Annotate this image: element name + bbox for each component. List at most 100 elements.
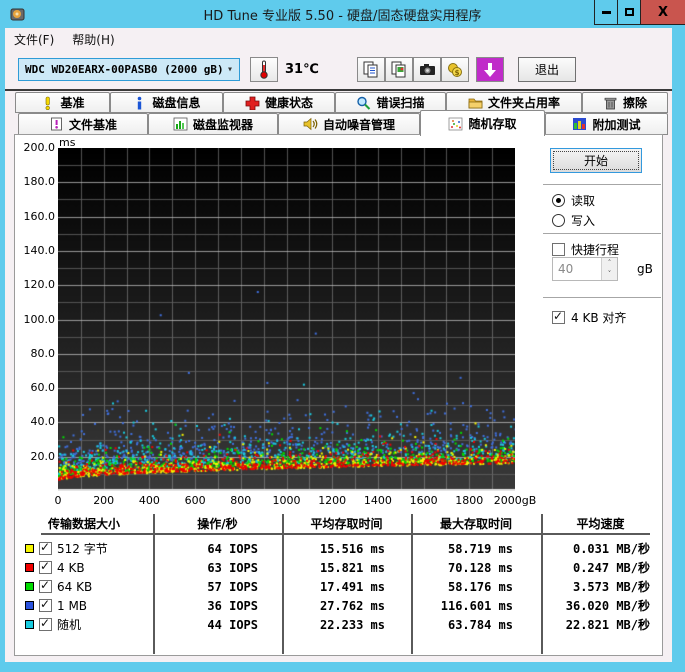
series-checkbox[interactable]	[39, 618, 52, 631]
align-checkbox[interactable]	[552, 311, 565, 324]
spinner-down-icon[interactable]: ˅	[602, 269, 617, 280]
minimize-icon	[601, 10, 611, 14]
read-radio[interactable]	[552, 194, 565, 207]
table-row: 64 KB 57 IOPS 17.491 ms 58.176 ms 3.573 …	[15, 577, 660, 596]
max-access-value: 70.128 ms	[447, 560, 513, 575]
copy-image-button[interactable]	[385, 57, 413, 82]
x-tick-label: 600	[184, 494, 206, 507]
read-label: 读取	[571, 194, 596, 208]
tab-file-benchmark[interactable]: 文件基准	[18, 113, 148, 135]
tab-label: 磁盘监视器	[192, 117, 253, 132]
series-color-swatch	[25, 582, 34, 591]
tab-label: 附加测试	[592, 117, 641, 132]
copy-text-button[interactable]	[357, 57, 385, 82]
series-checkbox[interactable]	[39, 599, 52, 612]
speaker-icon	[303, 117, 318, 131]
trash-icon	[604, 97, 617, 109]
copy-text-icon	[363, 61, 378, 78]
capacity-spinner[interactable]: 40 ˄ ˅	[552, 257, 618, 281]
series-checkbox[interactable]	[39, 561, 52, 574]
separator	[543, 233, 661, 234]
tab-extra-tests[interactable]: 附加测试	[545, 113, 668, 135]
tab-aam[interactable]: 自动噪音管理	[278, 113, 420, 135]
hd-tune-window: HD Tune 专业版 5.50 - 硬盘/固态硬盘实用程序 X 文件(F) 帮…	[0, 0, 685, 672]
drive-select-dropdown[interactable]: WDC WD20EARX-00PASB0 (2000 gB) ▾	[18, 58, 240, 81]
svg-text:$: $	[455, 69, 460, 77]
tab-random-access[interactable]: 随机存取	[420, 110, 545, 136]
tab-label: 擦除	[622, 96, 647, 110]
bar-chart-icon	[173, 117, 188, 131]
menu-help[interactable]: 帮助(H)	[72, 31, 114, 48]
tab-label: 文件夹占用率	[487, 96, 560, 110]
avg-speed-value: 22.821 MB/秒	[565, 618, 650, 632]
col-header: 平均速度	[576, 517, 625, 531]
avg-access-value: 27.762 ms	[319, 598, 385, 613]
x-tick-label: 1800	[455, 494, 484, 507]
copy-image-icon	[391, 61, 406, 78]
avg-access-value: 15.516 ms	[319, 541, 385, 556]
separator	[543, 184, 661, 185]
menu-file[interactable]: 文件(F)	[14, 31, 54, 48]
minimize-button[interactable]	[594, 0, 617, 25]
screenshot-button[interactable]	[413, 57, 441, 82]
shortstroke-checkbox[interactable]	[552, 243, 565, 256]
table-row: 随机 44 IOPS 22.233 ms 63.784 ms 22.821 MB…	[15, 615, 660, 634]
maximize-button[interactable]	[617, 0, 640, 25]
write-radio-row[interactable]: 写入	[552, 212, 595, 229]
spinner-up-icon[interactable]: ˄	[602, 258, 617, 269]
iops-value: 64 IOPS	[207, 541, 258, 556]
tab-label: 文件基准	[68, 117, 117, 132]
align-row[interactable]: 4 KB 对齐	[552, 309, 626, 326]
exclamation-icon	[46, 96, 51, 110]
tab-label: 随机存取	[468, 117, 517, 131]
capacity-unit: gB	[637, 262, 653, 276]
close-button[interactable]: X	[640, 0, 685, 25]
shortstroke-label: 快捷行程	[571, 243, 620, 257]
exit-button[interactable]: 退出	[518, 57, 576, 82]
y-tick-label: 200.0	[23, 141, 56, 154]
series-label: 4 KB	[57, 560, 85, 575]
health-cross-icon	[245, 96, 260, 110]
shortstroke-row[interactable]: 快捷行程	[552, 241, 619, 258]
col-header: 平均存取时间	[310, 517, 383, 531]
tab-disk-monitor[interactable]: 磁盘监视器	[148, 113, 278, 135]
hdd-app-icon	[10, 8, 25, 21]
tab-label: 错误扫描	[376, 96, 425, 110]
start-button[interactable]: 开始	[550, 148, 642, 173]
series-color-swatch	[25, 620, 34, 629]
magnifier-icon	[357, 96, 371, 110]
avg-speed-value: 36.020 MB/秒	[565, 599, 650, 613]
update-button[interactable]	[476, 57, 504, 82]
series-checkbox[interactable]	[39, 580, 52, 593]
x-tick-label: 1200	[318, 494, 347, 507]
avg-speed-value: 0.031 MB/秒	[572, 542, 650, 556]
tab-erase[interactable]: 擦除	[582, 92, 668, 113]
iops-value: 36 IOPS	[207, 598, 258, 613]
table-row: 4 KB 63 IOPS 15.821 ms 70.128 ms 0.247 M…	[15, 558, 660, 577]
y-tick-label: 20.0	[30, 449, 56, 463]
series-label: 随机	[57, 618, 82, 632]
series-label: 1 MB	[57, 598, 88, 613]
menubar: 文件(F) 帮助(H)	[5, 28, 672, 50]
temperature-button[interactable]	[250, 57, 278, 82]
series-checkbox[interactable]	[39, 542, 52, 555]
x-tick-label: 0	[54, 494, 62, 507]
read-radio-row[interactable]: 读取	[552, 192, 595, 209]
tab-label: 磁盘信息	[152, 96, 201, 110]
x-tick-label: 1600	[409, 494, 438, 507]
tab-disk-info[interactable]: 磁盘信息	[110, 92, 223, 113]
series-label: 512 字节	[57, 542, 108, 556]
max-access-value: 58.176 ms	[447, 579, 513, 594]
max-access-value: 63.784 ms	[447, 617, 513, 632]
write-radio[interactable]	[552, 214, 565, 227]
save-button[interactable]: $	[441, 57, 469, 82]
tab-health[interactable]: 健康状态	[223, 92, 335, 113]
drive-select-value: WDC WD20EARX-00PASB0 (2000 gB)	[25, 63, 224, 76]
file-exclamation-icon	[51, 117, 62, 131]
tab-benchmark[interactable]: 基准	[15, 92, 110, 113]
iops-value: 57 IOPS	[207, 579, 258, 594]
x-tick-label: 1400	[363, 494, 392, 507]
grid-chart-icon	[573, 118, 587, 130]
scatter-dots-icon	[449, 117, 463, 130]
y-tick-label: 140.0	[23, 243, 56, 257]
